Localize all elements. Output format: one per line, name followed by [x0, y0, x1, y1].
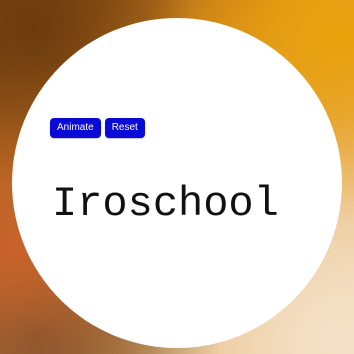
- control-bar: Animate Reset: [50, 118, 145, 138]
- reset-button[interactable]: Reset: [104, 118, 145, 138]
- animate-button[interactable]: Animate: [50, 118, 101, 138]
- page-title: Iroschool: [52, 180, 279, 228]
